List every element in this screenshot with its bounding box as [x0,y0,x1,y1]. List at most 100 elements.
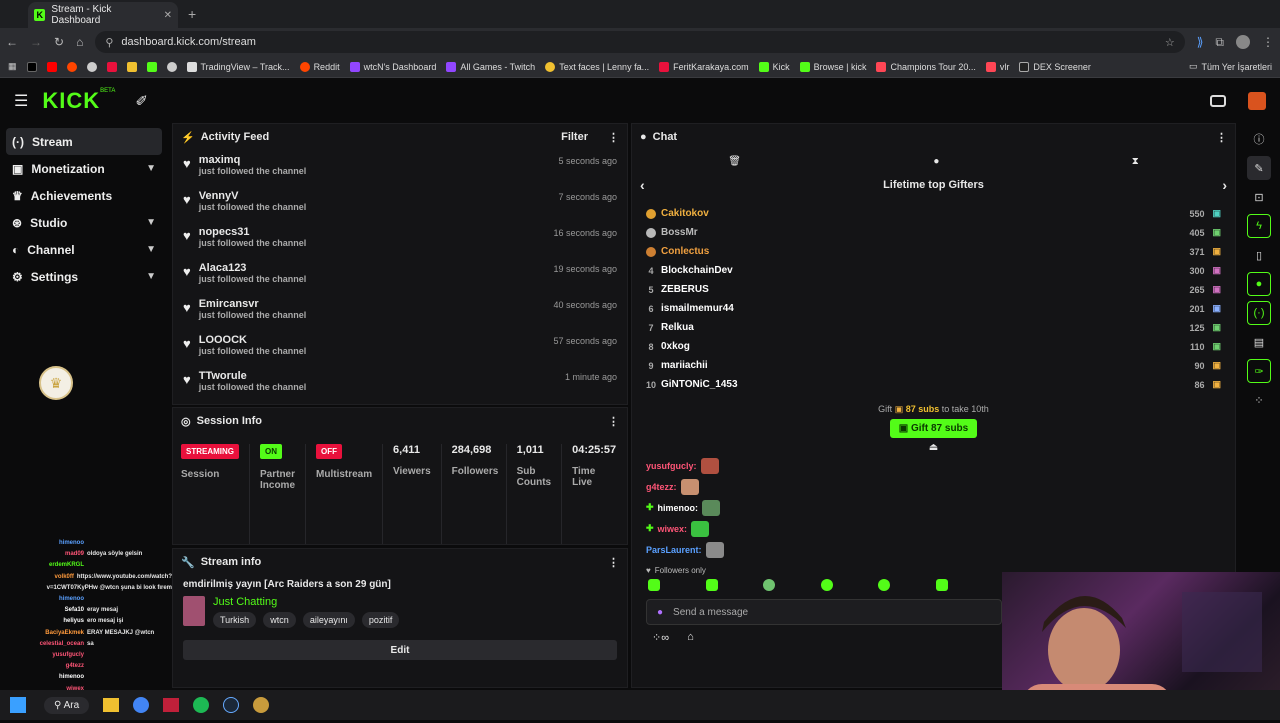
web-bookmark-icon[interactable] [86,61,97,72]
infinity-icon[interactable]: ⁘∞ [652,631,669,644]
gifter-row[interactable]: Cakitokov 550 ▣ [632,204,1235,223]
more-options-icon[interactable]: ⋮ [608,415,619,428]
dots-icon[interactable]: ⁘ [1247,388,1271,412]
spotify-icon[interactable] [193,697,210,713]
sidebar-item-studio[interactable]: ⊛ Studio ▼ [6,209,162,236]
feed-item[interactable]: ♥ maximq just followed the channel 5 sec… [173,150,627,186]
sidebar-item-achievements[interactable]: ♛ Achievements [6,182,162,209]
forward-icon[interactable]: → [30,35,42,49]
extensions-puzzle-icon[interactable]: ⧉ [1215,35,1224,50]
app-icon[interactable] [163,698,180,712]
pencil-icon[interactable]: ✎ [1247,156,1271,180]
gifter-row[interactable]: 6 ismailmemur44 201 ▣ [632,299,1235,318]
follower-name[interactable]: maximq [199,154,307,166]
lightning-icon[interactable]: ϟ [1247,214,1271,238]
edit-button[interactable]: Edit [183,640,617,660]
gifter-row[interactable]: 8 0xkog 110 ▣ [632,337,1235,356]
sidebar-item-stream[interactable]: (·) Stream [6,128,162,155]
gifter-name[interactable]: BossMr [661,227,698,238]
android-bookmark-icon[interactable] [146,61,157,72]
info-icon[interactable]: ⓘ [1247,127,1271,151]
g-bookmark-icon[interactable] [126,61,137,72]
bookmark-reddit[interactable]: Reddit [299,61,340,72]
broadcast-icon[interactable]: (·) [1247,301,1271,325]
all-bookmarks[interactable]: ▭ Tüm Yer İşaretleri [1189,61,1272,72]
chevron-right-icon[interactable]: › [1222,177,1227,193]
gifter-name[interactable]: ismailmemur44 [661,303,734,314]
gifter-row[interactable]: Conlectus 371 ▣ [632,242,1235,261]
gifter-row[interactable]: BossMr 405 ▣ [632,223,1235,242]
feed-item[interactable]: ♥ nopecs31 just followed the channel 16 … [173,222,627,258]
extension-icon[interactable]: ⟫ [1197,35,1204,49]
gift-subs-button[interactable]: ▣ Gift 87 subs [889,419,978,438]
file-explorer-icon[interactable] [103,698,120,712]
site-info-icon[interactable]: ⚲ [105,36,113,49]
chat-message[interactable]: ✚ himenoo: [632,497,1235,518]
chat-username[interactable]: yusufgucly: [646,461,697,471]
bookmark-tradingview[interactable]: TradingView – Track... [186,61,290,72]
bookmark-champions-tour[interactable]: Champions Tour 20... [876,61,976,72]
reddit-bookmark-icon[interactable] [66,61,77,72]
chat-message[interactable]: ParsLaurent: [632,539,1235,560]
kick-logo[interactable]: KICK [42,88,100,114]
reload-icon[interactable]: ↻ [54,35,64,49]
collapse-icon[interactable]: ⏏ [632,442,1235,453]
bookmark-star-icon[interactable]: ☆ [1165,36,1175,49]
bookmark-kick[interactable]: Kick [758,61,790,72]
feed-item[interactable]: ♥ Emircansvr just followed the channel 4… [173,294,627,330]
gifter-name[interactable]: Cakitokov [661,208,709,219]
on-badge[interactable]: ON [260,444,282,459]
chat-username[interactable]: himenoo: [658,503,699,513]
store-icon[interactable]: ⌂ [687,631,694,644]
apps-grid-icon[interactable]: ▦ [8,61,17,72]
bookmark-feritkarakaya[interactable]: FeritKarakaya.com [659,61,749,72]
url-field[interactable]: ⚲ dashboard.kick.com/stream ☆ [95,31,1185,53]
chat-icon[interactable]: ● [933,156,939,167]
bookmark-vlr[interactable]: vlr [985,61,1009,72]
new-tab-icon[interactable]: + [188,6,196,22]
follower-name[interactable]: LOOOCK [199,334,307,346]
gifter-name[interactable]: Relkua [661,322,694,333]
bookmark-browse-kick[interactable]: Browse | kick [799,61,866,72]
chat-message[interactable]: yusufgucly: [632,455,1235,476]
pin-tool-icon[interactable]: ✐ [135,92,148,110]
home-icon[interactable]: ⌂ [76,35,83,49]
emote-icon[interactable] [763,579,776,591]
gifter-name[interactable]: BlockchainDev [661,265,733,276]
off-badge[interactable]: OFF [316,444,343,459]
bookmark-wtcn-dashboard[interactable]: wtcN's Dashboard [349,61,436,72]
emote-icon[interactable] [705,579,718,591]
league-icon[interactable] [253,697,270,713]
chat-input[interactable]: ● Send a message [646,599,1002,625]
bookmark-dex-screener[interactable]: DEX Screener [1019,61,1091,72]
gifter-name[interactable]: ZEBERUS [661,284,709,295]
youtube-bookmark-icon[interactable] [46,61,57,72]
follower-name[interactable]: nopecs31 [199,226,307,238]
more-options-icon[interactable]: ⋮ [1216,131,1227,144]
gifter-name[interactable]: Conlectus [661,246,709,257]
chat-message[interactable]: ✚ wiwex: [632,518,1235,539]
emote-icon[interactable] [648,579,660,591]
wrench-icon[interactable]: ✑ [1247,359,1271,383]
tag[interactable]: wtcn [263,612,296,628]
emote-icon[interactable] [935,579,948,591]
filter-button[interactable]: Filter [561,131,588,143]
feed-item[interactable]: ♥ Alaca123 just followed the channel 19 … [173,258,627,294]
tag[interactable]: pozitif [361,612,400,628]
emote-icon[interactable] [878,579,891,591]
x-bookmark-icon[interactable] [26,61,37,72]
gifter-row[interactable]: 10 GiNTONiC_1453 86 ▣ [632,375,1235,394]
gifter-name[interactable]: GiNTONiC_1453 [661,379,738,390]
follower-name[interactable]: Emircansvr [199,298,307,310]
chat-message[interactable]: g4tezz: [632,476,1235,497]
feed-item[interactable]: ♥ LOOOCK just followed the channel 57 se… [173,330,627,366]
gifter-row[interactable]: 4 BlockchainDev 300 ▣ [632,261,1235,280]
steam-icon[interactable] [223,697,240,713]
gifter-row[interactable]: 7 Relkua 125 ▣ [632,318,1235,337]
chat-username[interactable]: g4tezz: [646,482,677,492]
chat-username[interactable]: wiwex: [658,524,688,534]
gifter-row[interactable]: 9 mariiachii 90 ▣ [632,356,1235,375]
category-link[interactable]: Just Chatting [213,596,403,608]
browser-tab[interactable]: K Stream - Kick Dashboard ✕ [28,2,178,28]
tag[interactable]: aileyayını [302,612,355,628]
